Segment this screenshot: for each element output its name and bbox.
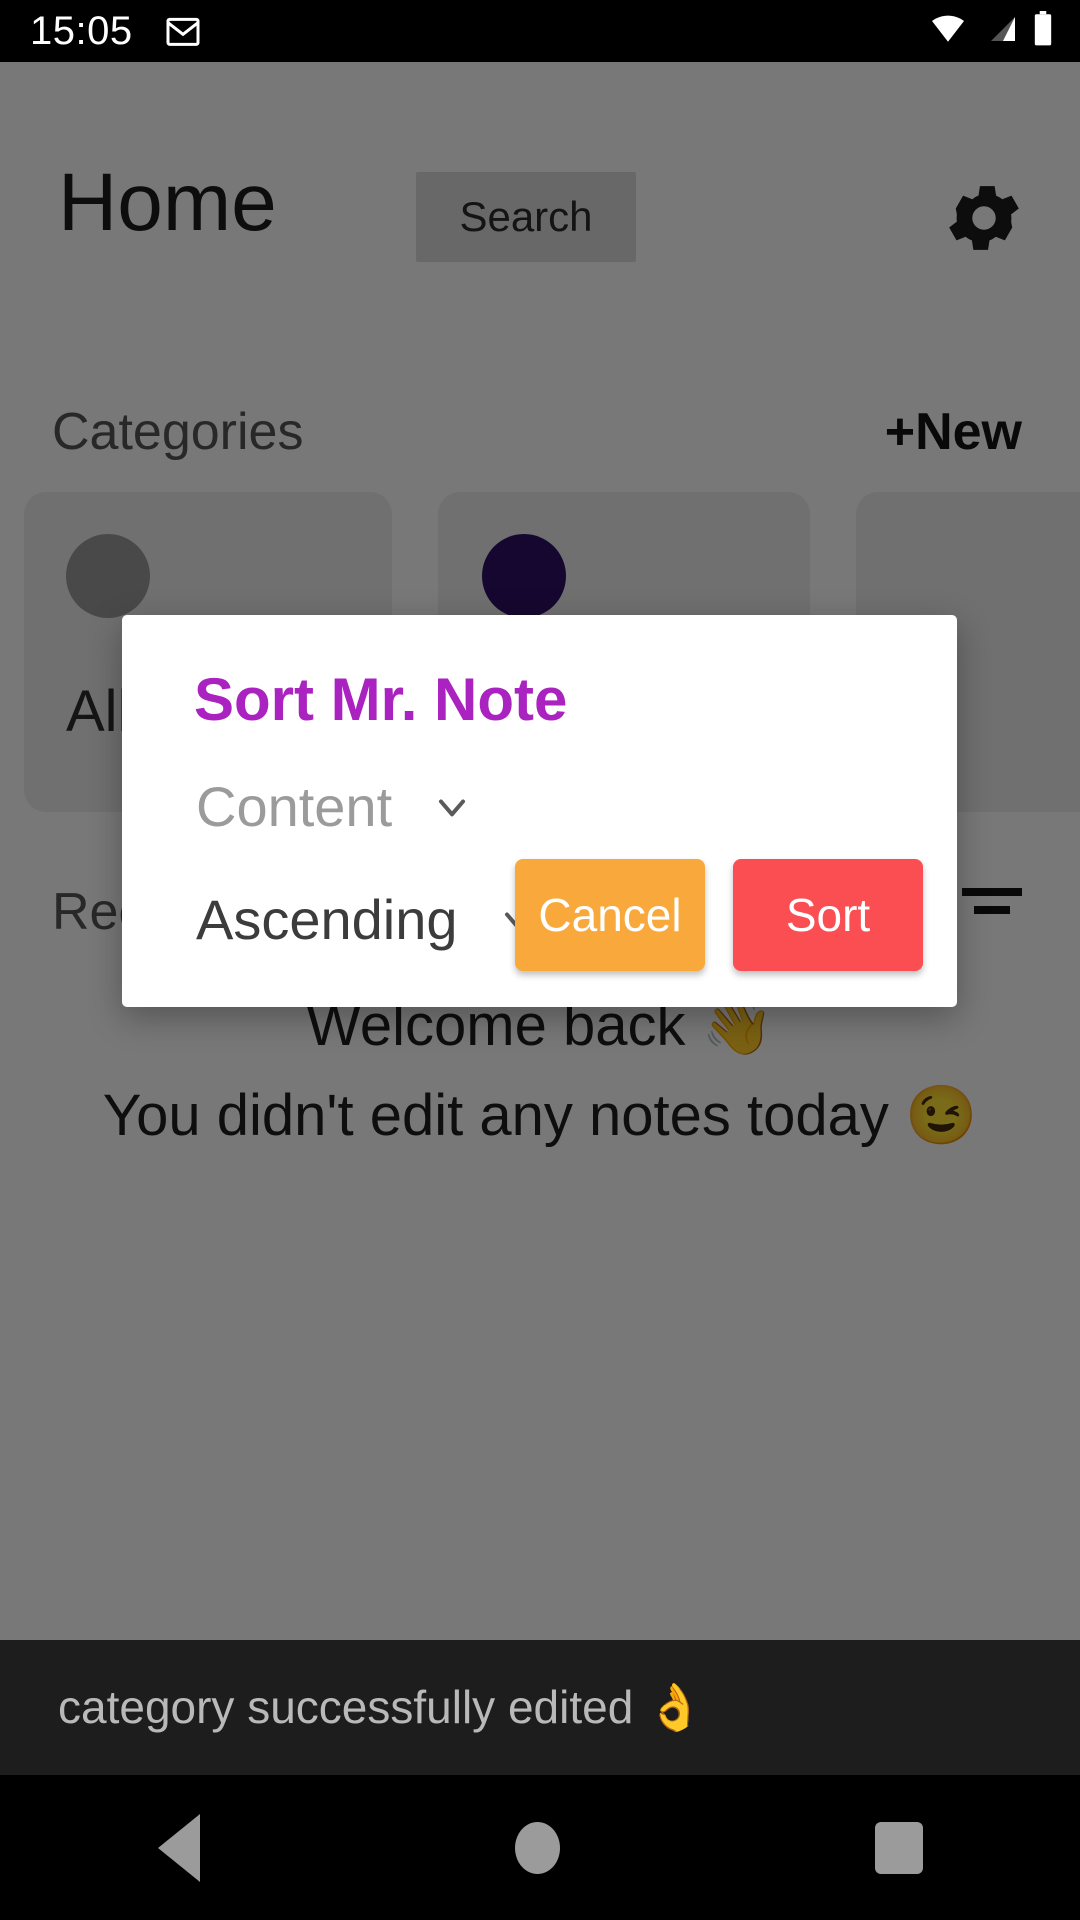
wifi-icon [928, 13, 968, 50]
phone-screen: 15:05 category successfully edited 👌 Sor… [0, 0, 1080, 1920]
status-bar-icons [928, 10, 1054, 52]
sort-field-dropdown[interactable]: Content [196, 779, 474, 835]
snackbar-message: category successfully edited 👌 [58, 1681, 704, 1733]
sort-button[interactable]: Sort [733, 859, 923, 971]
back-icon[interactable] [157, 1813, 200, 1882]
sort-field-value: Content [196, 775, 393, 838]
recents-icon[interactable] [874, 1821, 923, 1874]
dialog-actions: Cancel Sort [515, 859, 923, 971]
chevron-down-icon [430, 785, 474, 829]
cancel-button[interactable]: Cancel [515, 859, 705, 971]
status-bar-clock: 15:05 [30, 9, 133, 53]
sort-order-value: Ascending [196, 888, 458, 951]
sort-order-dropdown[interactable]: Ascending [196, 892, 540, 948]
dialog-title: Sort Mr. Note [194, 666, 568, 733]
snackbar: category successfully edited 👌 [0, 1640, 1080, 1775]
battery-icon [1032, 10, 1054, 52]
gmail-icon [163, 11, 203, 51]
cellular-signal-icon [982, 13, 1018, 50]
home-icon[interactable] [514, 1821, 560, 1874]
system-navigation-bar [0, 1775, 1080, 1920]
status-bar: 15:05 [0, 0, 1080, 62]
sort-dialog: Sort Mr. Note Content Ascending Cancel S… [122, 615, 957, 1007]
